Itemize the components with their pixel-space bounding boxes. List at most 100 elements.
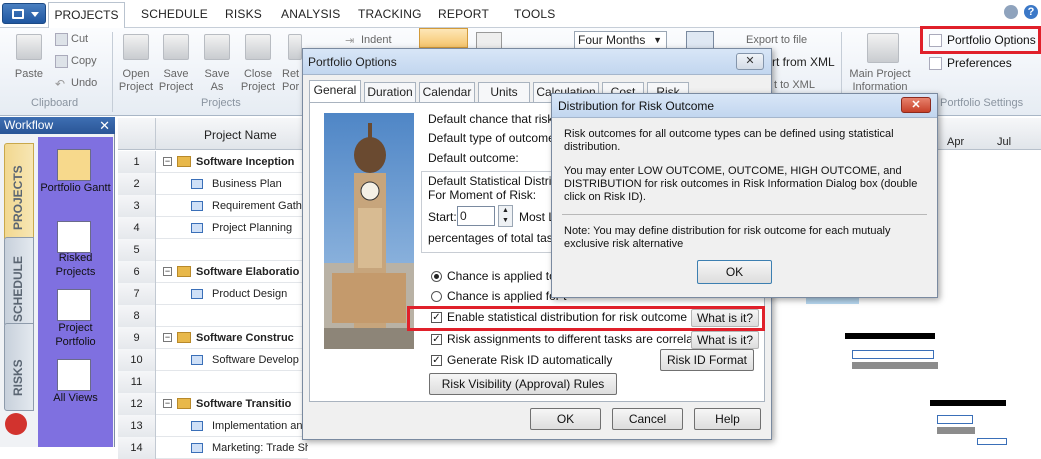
period-select[interactable]: Four Months ▼ — [574, 31, 667, 49]
task-bar[interactable] — [977, 438, 1007, 445]
generate-risk-id-checkbox[interactable]: ✓ — [431, 355, 442, 366]
row-number[interactable]: 11 — [118, 371, 156, 393]
style-icon[interactable] — [1004, 5, 1018, 19]
chance-radio-1[interactable] — [431, 271, 442, 282]
preferences-button[interactable]: Preferences — [947, 56, 1012, 70]
tab-report[interactable]: REPORT — [438, 7, 489, 21]
tab-tools[interactable]: TOOLS — [514, 7, 555, 21]
risk-id-format-button[interactable]: Risk ID Format — [660, 349, 754, 371]
vtab-projects[interactable]: PROJECTS — [4, 143, 34, 241]
undo-button[interactable]: Undo — [71, 77, 97, 90]
table-row[interactable]: 3 Requirement Gath — [118, 195, 308, 217]
tab-duration[interactable]: Duration — [364, 82, 416, 102]
table-row[interactable]: 5 — [118, 239, 308, 261]
row-number[interactable]: 2 — [118, 173, 156, 195]
import-xml-button[interactable]: rt from XML — [772, 56, 835, 69]
cancel-button[interactable]: Cancel — [612, 408, 683, 430]
project-name-cell[interactable]: Business Plan — [212, 173, 308, 195]
what-is-it-button-1[interactable]: What is it? — [691, 309, 759, 327]
project-name-cell[interactable]: Software Inception — [196, 151, 308, 173]
risk-view-icon[interactable] — [476, 32, 502, 49]
project-name-cell[interactable]: Software Construc — [196, 327, 308, 349]
project-name-cell[interactable]: Implementation and — [212, 415, 308, 437]
main-project-info-button[interactable]: Main Project Information — [845, 68, 915, 94]
project-name-cell[interactable]: Project Planning — [212, 217, 308, 239]
table-row[interactable]: 4 Project Planning — [118, 217, 308, 239]
project-name-cell[interactable]: Requirement Gath — [212, 195, 308, 217]
table-row[interactable]: 8 — [118, 305, 308, 327]
collapse-toggle-icon[interactable]: − — [163, 157, 172, 166]
table-row[interactable]: 10 Software Develop — [118, 349, 308, 371]
por-button[interactable]: Por — [282, 81, 302, 94]
collapse-toggle-icon[interactable]: − — [163, 333, 172, 342]
what-is-it-button-2[interactable]: What is it? — [691, 331, 759, 349]
table-row[interactable]: 14 Marketing: Trade Sh — [118, 437, 308, 459]
row-number[interactable]: 1 — [118, 151, 156, 173]
correlated-checkbox[interactable]: ✓ — [431, 334, 442, 345]
tab-projects[interactable]: PROJECTS — [48, 2, 125, 29]
tab-calendar[interactable]: Calendar — [419, 82, 475, 102]
row-number[interactable]: 13 — [118, 415, 156, 437]
risk-reporting-icon[interactable] — [5, 413, 27, 435]
column-header-project-name[interactable]: Project Name — [204, 128, 277, 142]
workflow-item-risked-projects[interactable]: Risked Projects — [38, 251, 113, 279]
project-name-cell[interactable]: Marketing: Trade Sh — [212, 437, 308, 459]
chance-radio-2[interactable] — [431, 291, 442, 302]
row-number[interactable]: 3 — [118, 195, 156, 217]
summary-bar[interactable] — [845, 333, 935, 339]
close-button[interactable]: ✕ — [736, 53, 764, 70]
close-project-button[interactable]: Close Project — [238, 68, 278, 94]
table-row[interactable]: 12− Software Transitio — [118, 393, 308, 415]
vtab-schedule[interactable]: SCHEDULE — [4, 237, 34, 327]
ret-button[interactable]: Ret — [282, 68, 302, 81]
start-input[interactable]: 0 — [457, 206, 495, 226]
cut-button[interactable]: Cut — [71, 33, 88, 46]
row-number[interactable]: 10 — [118, 349, 156, 371]
open-project-button[interactable]: Open Project — [115, 68, 157, 94]
help-button[interactable]: Help — [694, 408, 761, 430]
collapse-toggle-icon[interactable]: − — [163, 399, 172, 408]
enable-distribution-checkbox[interactable]: ✓ — [431, 312, 442, 323]
paste-button[interactable]: Paste — [8, 68, 50, 81]
summary-bar[interactable] — [930, 400, 1006, 406]
table-row[interactable]: 13 Implementation and — [118, 415, 308, 437]
portfolio-options-button[interactable]: Portfolio Options — [947, 33, 1036, 47]
workflow-item-portfolio-gantt[interactable]: Portfolio Gantt — [38, 181, 113, 195]
row-header-corner[interactable] — [118, 118, 156, 150]
vtab-risks[interactable]: RISKS — [4, 323, 34, 411]
row-number[interactable]: 7 — [118, 283, 156, 305]
table-row[interactable]: 7 Product Design — [118, 283, 308, 305]
project-name-cell[interactable]: Software Elaboratio — [196, 261, 308, 283]
project-name-cell[interactable]: Product Design — [212, 283, 308, 305]
collapse-toggle-icon[interactable]: − — [163, 267, 172, 276]
export-xml-button[interactable]: t to XML — [774, 79, 815, 92]
export-file-button[interactable]: Export to file — [746, 34, 807, 47]
close-icon[interactable]: ✕ — [99, 117, 110, 134]
row-number[interactable]: 5 — [118, 239, 156, 261]
table-row[interactable]: 2 Business Plan — [118, 173, 308, 195]
task-bar[interactable] — [852, 350, 934, 359]
ok-button[interactable]: OK — [697, 260, 772, 284]
close-button[interactable]: ✕ — [901, 97, 931, 113]
task-bar[interactable] — [937, 415, 973, 424]
project-name-cell[interactable]: Software Transitio — [196, 393, 308, 415]
table-row[interactable]: 6− Software Elaboratio — [118, 261, 308, 283]
risk-visibility-button[interactable]: Risk Visibility (Approval) Rules — [429, 373, 617, 395]
table-row[interactable]: 1− Software Inception — [118, 151, 308, 173]
tab-units[interactable]: Units — [478, 82, 530, 102]
save-as-button[interactable]: Save As — [199, 68, 235, 94]
save-project-button[interactable]: Save Project — [155, 68, 197, 94]
row-number[interactable]: 14 — [118, 437, 156, 459]
gantt-view-icon[interactable] — [419, 28, 468, 48]
table-row[interactable]: 9− Software Construc — [118, 327, 308, 349]
table-row[interactable]: 11 — [118, 371, 308, 393]
row-number[interactable]: 4 — [118, 217, 156, 239]
tab-analysis[interactable]: ANALYSIS — [281, 7, 340, 21]
row-number[interactable]: 12 — [118, 393, 156, 415]
ok-button[interactable]: OK — [530, 408, 601, 430]
workflow-item-all-views[interactable]: All Views — [38, 391, 113, 405]
row-number[interactable]: 9 — [118, 327, 156, 349]
project-name-cell[interactable]: Software Develop — [212, 349, 308, 371]
row-number[interactable]: 8 — [118, 305, 156, 327]
tab-risks[interactable]: RISKS — [225, 7, 262, 21]
